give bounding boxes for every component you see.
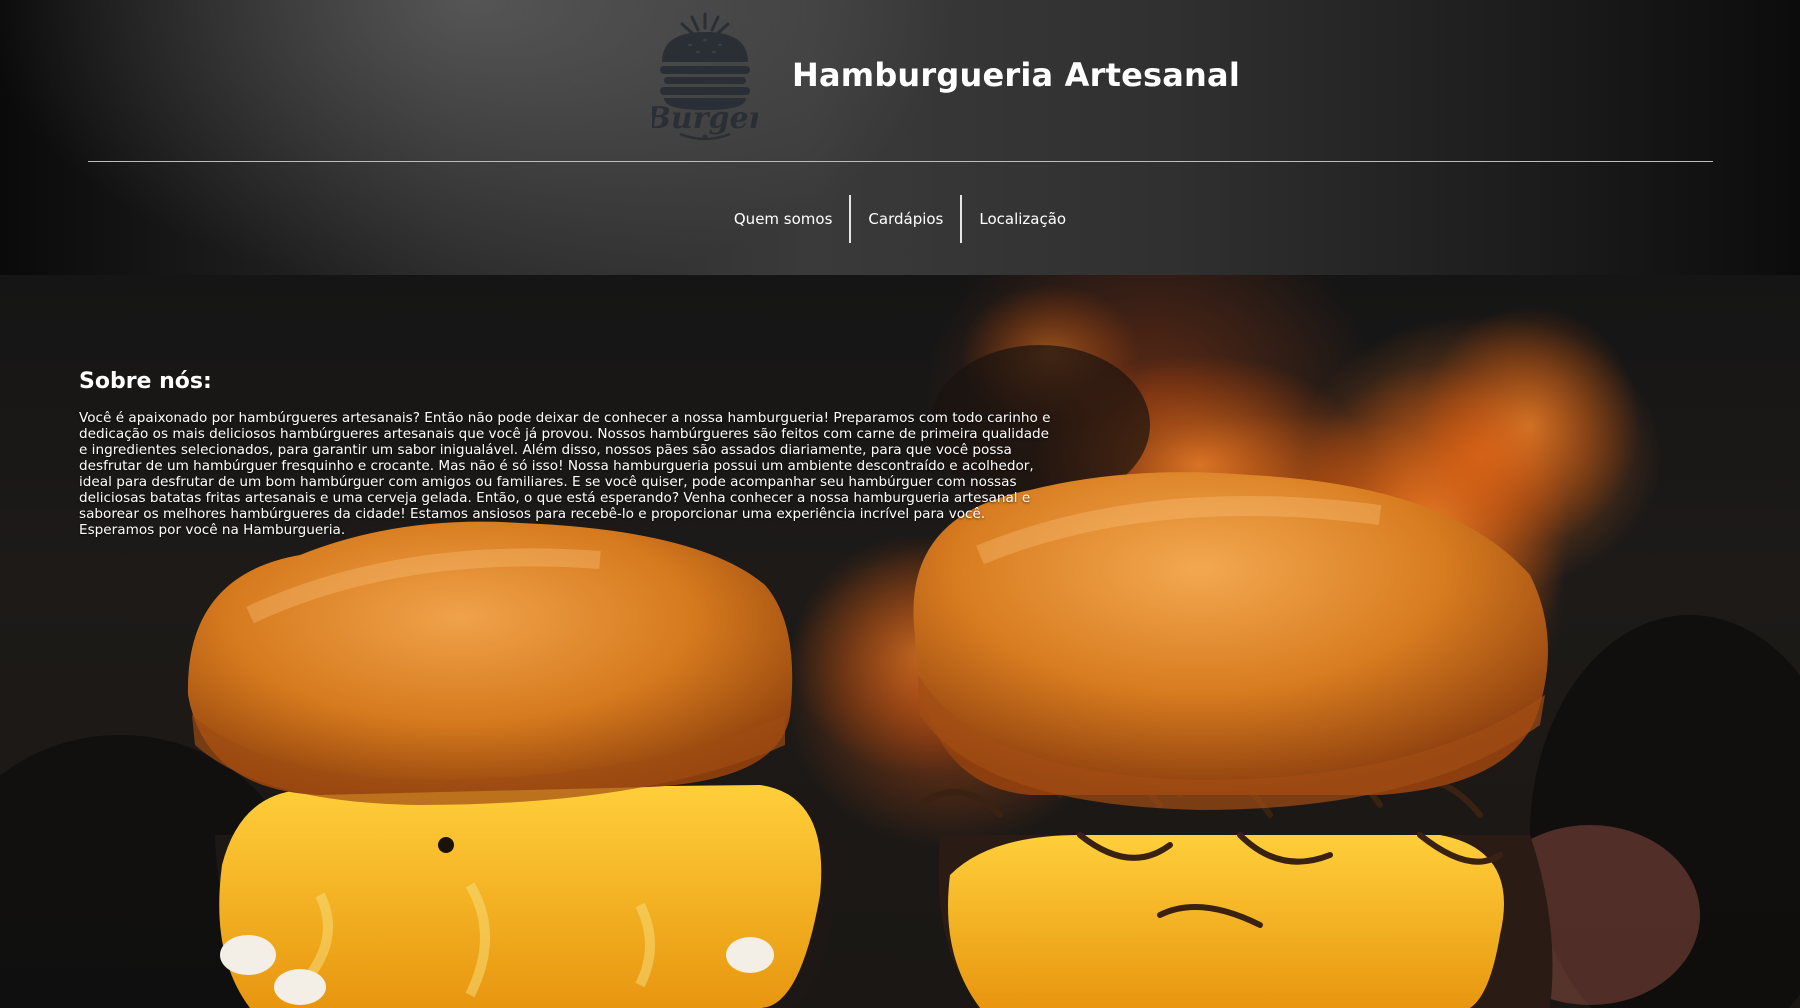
about-section: Sobre nós: Você é apaixonado por hambúrg… bbox=[79, 369, 1059, 538]
nav-item-cardapios[interactable]: Cardápios bbox=[851, 195, 960, 243]
nav-item-quem-somos[interactable]: Quem somos bbox=[717, 195, 850, 243]
about-text: Você é apaixonado por hambúrgueres artes… bbox=[79, 410, 1051, 538]
main-nav: Quem somos Cardápios Localização bbox=[0, 195, 1800, 243]
site-title: Hamburgueria Artesanal bbox=[792, 56, 1240, 94]
header-divider bbox=[88, 161, 1713, 162]
page: Burger Hamburgueria Artesanal Quem somos… bbox=[0, 0, 1800, 1008]
hero-section: Sobre nós: Você é apaixonado por hambúrg… bbox=[0, 275, 1800, 1008]
burger-logo-icon[interactable]: Burger bbox=[652, 10, 758, 144]
about-title: Sobre nós: bbox=[79, 369, 212, 394]
logo-wordmark: Burger bbox=[652, 101, 758, 136]
site-header: Burger Hamburgueria Artesanal Quem somos… bbox=[0, 0, 1800, 275]
nav-item-localizacao[interactable]: Localização bbox=[962, 195, 1083, 243]
